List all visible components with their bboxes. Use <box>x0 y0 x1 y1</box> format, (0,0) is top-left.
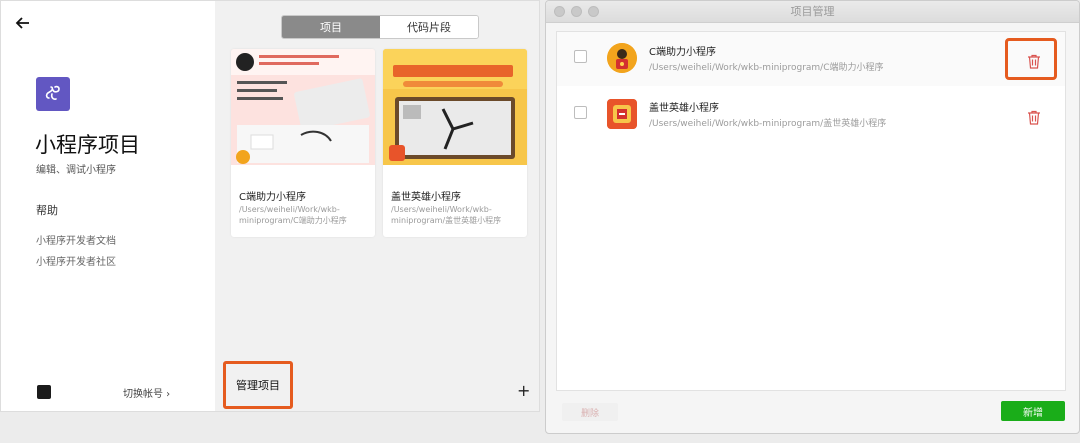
project-card-name: C端助力小程序 <box>239 192 306 203</box>
project-card-path: /Users/weiheli/Work/wkb-miniprogram/C端助力… <box>239 205 347 225</box>
project-list-window: 小程序项目 编辑、调试小程序 帮助 小程序开发者文档 小程序开发者社区 切换帐号… <box>0 0 540 412</box>
window-title: 项目管理 <box>790 5 835 18</box>
project-icon <box>607 99 637 129</box>
window-titlebar: 项目管理 <box>546 1 1079 23</box>
project-path: /Users/weiheli/Work/wkb-miniprogram/C端助力… <box>649 63 884 73</box>
avatar <box>37 385 51 399</box>
switch-account-link[interactable]: 切换帐号 › <box>123 385 170 400</box>
project-manage-window: 项目管理 C端助力小程序 /Users/weiheli/Work/wkb-min… <box>545 0 1080 434</box>
tab-code-snippets[interactable]: 代码片段 <box>380 16 478 38</box>
manage-projects-button[interactable]: 管理项目 <box>223 361 293 409</box>
trash-icon[interactable] <box>1019 46 1049 76</box>
delete-button[interactable]: 删除 <box>562 403 618 421</box>
help-link-community[interactable]: 小程序开发者社区 <box>36 253 116 268</box>
tab-bar: 项目 代码片段 <box>281 15 479 39</box>
help-link-docs[interactable]: 小程序开发者文档 <box>36 232 116 247</box>
sidebar: 小程序项目 编辑、调试小程序 帮助 小程序开发者文档 小程序开发者社区 切换帐号… <box>1 1 215 411</box>
project-content: 项目 代码片段 C端助力小程序 /Users/weiheli/Work/wkb-… <box>215 1 539 411</box>
project-icon <box>607 43 637 73</box>
page-subtitle: 编辑、调试小程序 <box>36 165 116 176</box>
new-project-button[interactable]: 新增 <box>1001 401 1065 421</box>
miniprogram-logo-icon <box>36 77 70 111</box>
project-name: C端助力小程序 <box>649 47 716 58</box>
project-card-path: /Users/weiheli/Work/wkb-miniprogram/盖世英雄… <box>391 205 502 225</box>
tab-projects[interactable]: 项目 <box>282 16 380 38</box>
select-checkbox[interactable] <box>574 106 587 119</box>
select-checkbox[interactable] <box>574 50 587 63</box>
project-card[interactable]: 盖世英雄小程序 /Users/weiheli/Work/wkb-miniprog… <box>383 49 527 237</box>
project-card[interactable]: C端助力小程序 /Users/weiheli/Work/wkb-miniprog… <box>231 49 375 237</box>
project-thumbnail <box>383 49 527 165</box>
project-manage-list: C端助力小程序 /Users/weiheli/Work/wkb-miniprog… <box>556 31 1066 391</box>
add-project-button[interactable]: + <box>517 381 530 400</box>
help-heading: 帮助 <box>36 204 58 217</box>
screen: 小程序项目 编辑、调试小程序 帮助 小程序开发者文档 小程序开发者社区 切换帐号… <box>0 0 1080 443</box>
project-thumbnail <box>231 49 375 165</box>
project-card-name: 盖世英雄小程序 <box>391 192 461 203</box>
trash-icon[interactable] <box>1019 102 1049 132</box>
arrow-left-icon[interactable] <box>15 15 35 35</box>
project-path: /Users/weiheli/Work/wkb-miniprogram/盖世英雄… <box>649 119 887 129</box>
list-item[interactable]: 盖世英雄小程序 /Users/weiheli/Work/wkb-miniprog… <box>557 88 1065 142</box>
project-name: 盖世英雄小程序 <box>649 103 719 114</box>
list-item[interactable]: C端助力小程序 /Users/weiheli/Work/wkb-miniprog… <box>557 32 1065 86</box>
page-title: 小程序项目 <box>35 133 140 157</box>
